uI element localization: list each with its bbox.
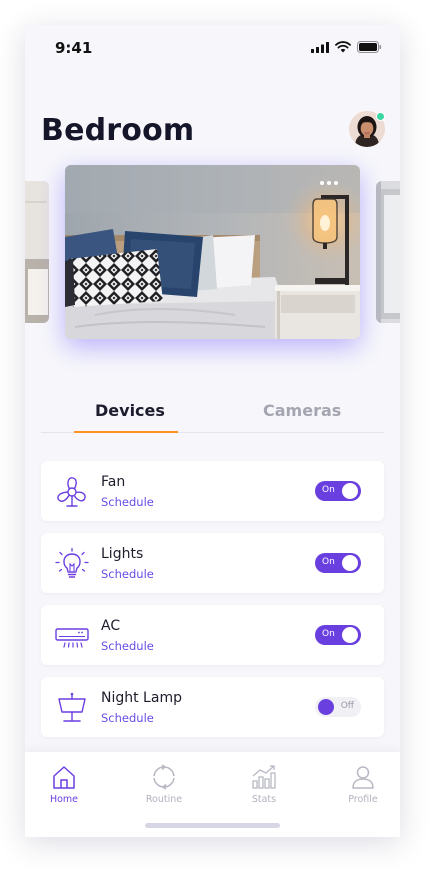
previous-room-image xyxy=(25,181,49,323)
profile-icon xyxy=(352,766,374,789)
lightbulb-icon xyxy=(55,547,89,578)
schedule-link[interactable]: Schedule xyxy=(101,495,154,509)
next-room-image xyxy=(376,181,400,323)
battery-icon xyxy=(357,41,382,53)
power-toggle[interactable]: On xyxy=(315,481,361,501)
active-tab-indicator xyxy=(74,431,178,433)
bottom-navigation: Home Routine Stats Profile xyxy=(25,752,400,837)
tab-devices[interactable]: Devices xyxy=(95,401,165,420)
device-name: Lights xyxy=(101,546,144,562)
device-name: AC xyxy=(101,618,121,634)
toggle-knob xyxy=(318,699,334,715)
power-toggle[interactable]: On xyxy=(315,625,361,645)
toggle-state-label: Off xyxy=(340,701,354,711)
schedule-link[interactable]: Schedule xyxy=(101,639,154,653)
status-icons xyxy=(311,41,382,53)
device-name: Night Lamp xyxy=(101,690,182,706)
nav-stats[interactable]: Stats xyxy=(229,764,299,805)
nav-routine[interactable]: Routine xyxy=(129,764,199,805)
nav-label: Stats xyxy=(251,794,277,805)
lamp-icon xyxy=(58,692,86,722)
nav-label: Profile xyxy=(348,794,378,805)
schedule-link[interactable]: Schedule xyxy=(101,567,154,581)
device-card-lights[interactable]: Lights Schedule On xyxy=(41,533,384,593)
nav-home[interactable]: Home xyxy=(29,764,99,805)
schedule-link[interactable]: Schedule xyxy=(101,711,154,725)
toggle-knob xyxy=(342,483,358,499)
previous-room-card[interactable] xyxy=(25,181,49,323)
tab-cameras[interactable]: Cameras xyxy=(263,401,341,420)
routine-icon xyxy=(151,764,177,790)
toggle-knob xyxy=(342,555,358,571)
toggle-knob xyxy=(342,627,358,643)
phone-screen: 9:41 Bedroom Devices Cameras Fan Schedul… xyxy=(25,25,400,837)
nav-profile[interactable]: Profile xyxy=(328,764,398,805)
next-room-card[interactable] xyxy=(376,181,400,323)
air-conditioner-icon xyxy=(55,628,89,648)
toggle-state-label: On xyxy=(322,557,335,567)
toggle-state-label: On xyxy=(322,485,335,495)
nav-label: Routine xyxy=(145,794,183,805)
online-status-dot xyxy=(376,112,385,121)
device-card-night-lamp[interactable]: Night Lamp Schedule Off xyxy=(41,677,384,737)
device-card-fan[interactable]: Fan Schedule On xyxy=(41,461,384,521)
device-card-ac[interactable]: AC Schedule On xyxy=(41,605,384,665)
wifi-icon xyxy=(335,41,351,53)
home-indicator[interactable] xyxy=(145,823,280,828)
room-camera-preview[interactable] xyxy=(65,165,360,339)
device-tabs: Devices Cameras xyxy=(41,397,384,433)
nav-label: Home xyxy=(49,794,79,805)
toggle-state-label: On xyxy=(322,629,335,639)
more-options-icon[interactable] xyxy=(320,181,338,185)
device-name: Fan xyxy=(101,474,126,490)
status-time: 9:41 xyxy=(55,39,93,57)
signal-icon xyxy=(311,41,329,53)
power-toggle[interactable]: On xyxy=(315,553,361,573)
page-title: Bedroom xyxy=(41,113,195,148)
fan-icon xyxy=(57,477,86,507)
stats-icon xyxy=(252,765,276,789)
power-toggle[interactable]: Off xyxy=(315,697,361,717)
bedroom-photo xyxy=(65,165,360,339)
home-icon xyxy=(53,766,75,789)
